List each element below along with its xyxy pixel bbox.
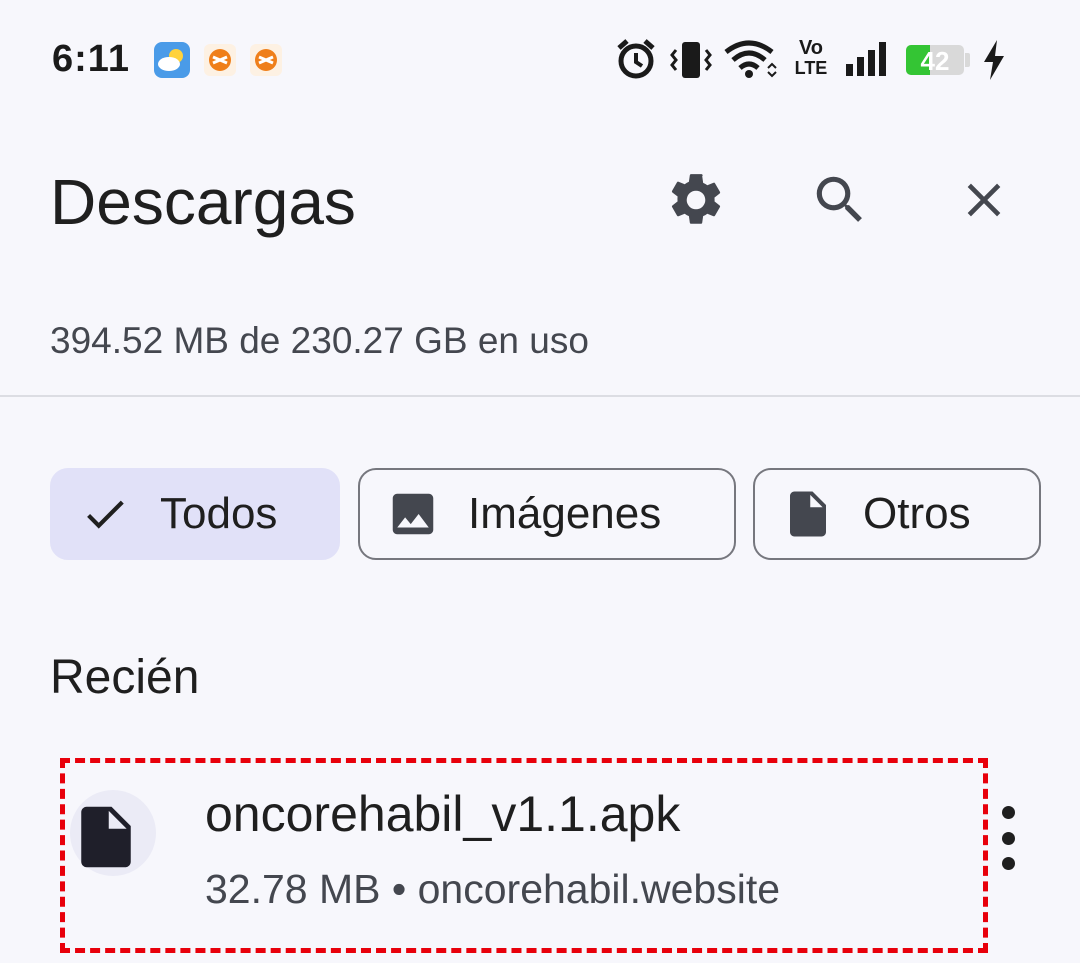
file-icon xyxy=(781,486,835,542)
image-icon xyxy=(386,486,440,542)
wifi-icon xyxy=(724,40,778,85)
section-heading: Recién xyxy=(50,651,200,704)
alarm-icon xyxy=(616,38,656,85)
vibrate-icon xyxy=(670,40,712,85)
divider xyxy=(0,395,1080,397)
page-title: Descargas xyxy=(50,166,356,238)
app-notification-icon xyxy=(250,44,282,81)
download-meta: 32.78 MB • oncorehabil.website xyxy=(205,866,781,912)
app-notification-icon xyxy=(204,44,236,81)
settings-button[interactable] xyxy=(656,160,736,240)
chip-otros[interactable]: Otros xyxy=(753,468,1041,560)
close-icon xyxy=(967,183,1001,217)
download-filename: oncorehabil_v1.1.apk xyxy=(205,786,681,842)
more-options-button[interactable] xyxy=(990,806,1026,870)
status-time: 6:11 xyxy=(52,38,130,80)
battery-cap xyxy=(965,53,970,67)
search-icon xyxy=(816,176,862,222)
check-icon xyxy=(78,489,132,539)
chip-imagenes[interactable]: Imágenes xyxy=(358,468,736,560)
battery-level: 42 xyxy=(920,46,950,75)
file-icon xyxy=(76,804,136,875)
gear-icon xyxy=(671,174,721,224)
chip-label: Otros xyxy=(863,489,971,538)
search-button[interactable] xyxy=(800,160,880,240)
battery-indicator: 42 xyxy=(906,45,964,75)
volte-icon: Vo LTE xyxy=(794,37,828,78)
weather-icon xyxy=(154,42,190,83)
storage-usage: 394.52 MB de 230.27 GB en uso xyxy=(50,320,589,361)
chip-label: Imágenes xyxy=(468,489,662,538)
more-vert-icon xyxy=(1001,806,1015,819)
chip-label: Todos xyxy=(160,489,278,538)
charging-bolt-icon xyxy=(982,40,1006,85)
close-button[interactable] xyxy=(944,160,1024,240)
signal-icon xyxy=(846,42,888,81)
chip-todos[interactable]: Todos xyxy=(50,468,340,560)
